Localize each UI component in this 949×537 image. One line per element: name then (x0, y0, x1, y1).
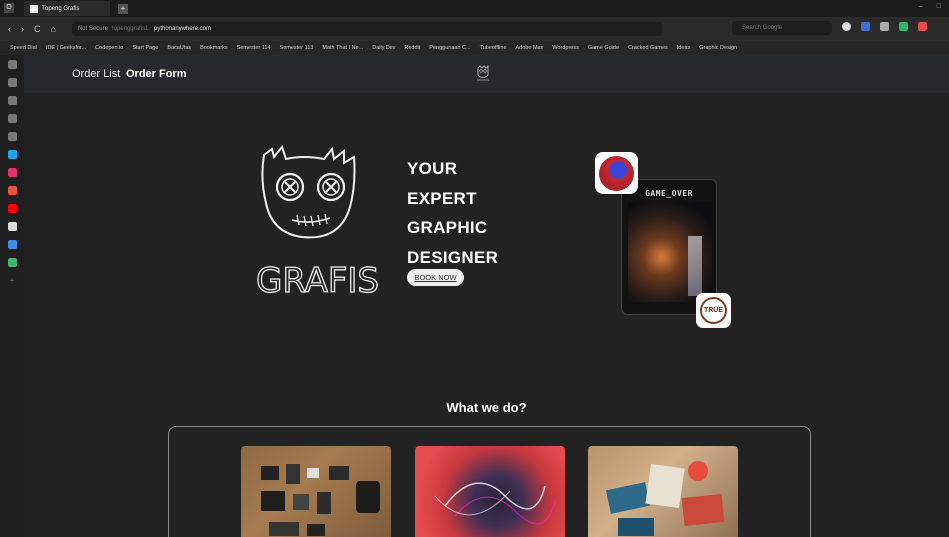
new-tab-button[interactable]: + (118, 3, 128, 14)
reddit-icon[interactable] (7, 186, 17, 195)
twitter-icon[interactable] (7, 150, 17, 159)
logo-text: GRAFIS (256, 261, 379, 300)
browser-navbar: ‹ › C ⌂ Not Secure topenggrafis1. python… (0, 17, 949, 41)
browser-titlebar: O Topeng Grafis + – □ (0, 0, 949, 17)
download-icon[interactable] (7, 78, 17, 87)
extension-icon[interactable] (918, 22, 927, 31)
book-now-button[interactable]: BOOK NOW (407, 269, 464, 286)
poster-image (628, 202, 712, 302)
window-controls: – □ (919, 3, 941, 10)
bookmark-item[interactable]: Adobe Max (516, 45, 544, 51)
avatar-badge (595, 152, 638, 194)
tab-title: Topeng Grafis (42, 5, 80, 12)
section-title: What we do? (446, 400, 527, 415)
bookmark-item[interactable]: Bookmarks (200, 45, 228, 51)
true-logo-text: TRUE (700, 297, 727, 324)
grafis-logo: GRAFIS (255, 145, 380, 300)
add-sidebar-icon[interactable]: + (10, 276, 15, 285)
notes-icon[interactable] (7, 114, 17, 123)
hero-line: GRAPHIC (407, 218, 488, 237)
maximize-icon[interactable]: □ (937, 3, 941, 10)
extension-icon[interactable] (899, 22, 908, 31)
tab-favicon-icon (30, 4, 38, 13)
bookmarks-bar: Speed Dial IDE | Geeksfor... Codepen.io Sta… (0, 41, 949, 55)
bookmark-item[interactable]: Math That I Ne... (322, 45, 363, 51)
profile-icon[interactable] (842, 22, 851, 31)
bookmark-item[interactable]: IDE | Geeksfor... (46, 45, 86, 51)
forward-icon[interactable]: › (21, 24, 24, 34)
bookmark-item[interactable]: BacaUtas (167, 45, 191, 51)
reload-icon[interactable]: C (34, 24, 41, 34)
hero-headline: YOUR EXPERT GRAPHIC DESIGNER (407, 154, 498, 272)
youtube-icon[interactable] (7, 204, 17, 213)
service-card-photography[interactable] (241, 446, 391, 537)
bookmark-item[interactable]: Semester 113 (280, 45, 314, 51)
bookmark-icon[interactable] (7, 60, 17, 69)
instagram-icon[interactable] (7, 168, 17, 177)
bookmark-item[interactable]: Wordpress (552, 45, 579, 51)
bookmark-item[interactable]: Speed Dial (10, 45, 37, 51)
address-bar[interactable]: Not Secure topenggrafis1. pythonanywhere… (71, 22, 662, 36)
messenger-icon[interactable] (7, 240, 17, 249)
browser-menu-icon[interactable]: O (4, 3, 14, 13)
back-icon[interactable]: ‹ (8, 24, 11, 34)
address-domain: pythonanywhere.com (153, 26, 212, 32)
bookmark-item[interactable]: Codepen.io (95, 45, 123, 51)
bookmark-item[interactable]: Start Page (132, 45, 158, 51)
bookmark-item[interactable]: Penggunaan C... (429, 45, 470, 51)
browser-tab[interactable]: Topeng Grafis (24, 1, 110, 16)
history-icon[interactable] (7, 96, 17, 105)
bookmark-item[interactable]: Reddit (404, 45, 420, 51)
tiktok-icon[interactable] (7, 222, 17, 231)
nav-order-list[interactable]: Order List (72, 68, 120, 80)
abstract-art-image (434, 482, 556, 525)
browser-sidebar: + (0, 55, 24, 537)
extension-icon[interactable] (880, 22, 889, 31)
home-icon[interactable]: ⌂ (51, 24, 56, 34)
bookmark-item[interactable]: Semester 114 (237, 45, 271, 51)
hero-line: YOUR (407, 159, 458, 178)
nav-order-form[interactable]: Order Form (126, 68, 187, 80)
bookmark-item[interactable]: Daily.Dev (372, 45, 395, 51)
security-indicator[interactable]: Not Secure (78, 26, 108, 32)
site-logo-icon[interactable] (476, 65, 490, 83)
bookmark-item[interactable]: Graphic Design (699, 45, 737, 51)
bookmark-item[interactable]: Ideas (677, 45, 690, 51)
bookmark-item[interactable]: Tubeoffline (480, 45, 507, 51)
site-navbar: Order List Order Form (24, 55, 949, 93)
search-input[interactable]: Search Google (732, 21, 832, 35)
nav-buttons: ‹ › C ⌂ (8, 24, 56, 34)
page-content: Order List Order Form GRAFIS YOUR EXPERT… (24, 55, 949, 537)
whatsapp-icon[interactable] (7, 258, 17, 267)
hero-line: EXPERT (407, 188, 477, 208)
extension-icons (842, 22, 927, 31)
tabs-icon[interactable] (7, 132, 17, 141)
poster-screen-glow (688, 236, 702, 296)
camera-gear-image (261, 464, 380, 536)
true-logo-badge: TRUE (696, 293, 731, 328)
minimize-icon[interactable]: – (919, 3, 923, 10)
services-container (168, 426, 811, 537)
service-card-illustration[interactable] (415, 446, 565, 537)
stationery-image (605, 461, 725, 536)
service-card-branding[interactable] (588, 446, 738, 537)
address-subdomain: topenggrafis1. (111, 26, 150, 32)
hero-line: DESIGNER (407, 247, 499, 267)
bookmark-item[interactable]: Cracked Games (628, 45, 668, 51)
extension-icon[interactable] (861, 22, 870, 31)
avatar (599, 155, 634, 191)
bookmark-item[interactable]: Game Guide (588, 45, 619, 51)
